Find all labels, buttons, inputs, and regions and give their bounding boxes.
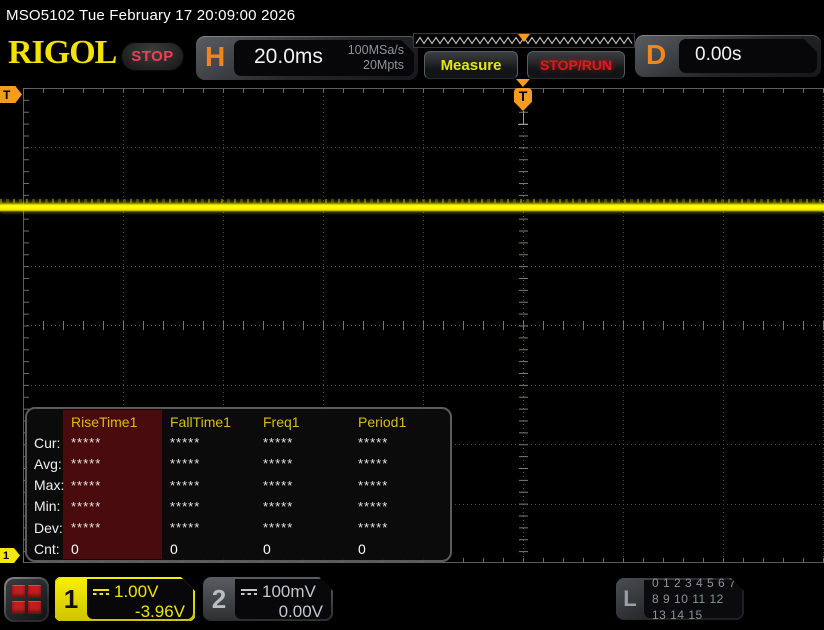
- stop-run-button[interactable]: STOP/RUN: [527, 51, 625, 79]
- bottom-status-bar: 1 1.00V -3.96V 2 100mV 0.00V L 0 1 2 3 4…: [0, 563, 824, 630]
- channel2-settings: 100mV 0.00V: [235, 579, 331, 619]
- measurement-value: *****: [170, 435, 201, 451]
- channel1-settings: 1.00V -3.96V: [87, 579, 193, 619]
- logic-channels-row1: 0 1 2 3 4 5 6 7: [652, 575, 737, 590]
- memory-depth: 20Mpts: [363, 58, 404, 72]
- grid-square: [12, 601, 25, 614]
- model-and-datetime: MSO5102 Tue February 17 20:09:00 2026: [6, 7, 296, 24]
- rigol-logo: RIGOL: [8, 34, 117, 71]
- measurement-value: *****: [263, 498, 294, 514]
- measurement-value: *****: [71, 477, 102, 493]
- measurement-count: 0: [170, 540, 178, 557]
- measurement-column-header[interactable]: FallTime1: [164, 410, 257, 434]
- timebase-value: 20.0ms: [254, 45, 323, 68]
- logic-channels-row2: 8 9 10 11 12 13 14 15: [652, 591, 724, 623]
- measurement-column-header[interactable]: RiseTime1: [65, 410, 164, 434]
- measurement-table[interactable]: RiseTime1 FallTime1 Freq1 Period1 Cur: *…: [25, 407, 452, 562]
- measurement-value: *****: [170, 520, 201, 536]
- run-state-badge[interactable]: STOP: [121, 42, 184, 71]
- measurement-value: *****: [358, 456, 389, 472]
- row-label: Cnt:: [34, 540, 60, 557]
- measurement-value: *****: [263, 477, 294, 493]
- waveform-display-area: T 1 T RiseTime1 FallTime1 Freq1 Period1 …: [0, 79, 824, 563]
- grid-square: [12, 585, 25, 598]
- row-label: Cur:: [34, 434, 61, 451]
- trigger-delay-block[interactable]: D 0.00s: [635, 35, 821, 77]
- row-label: Dev:: [34, 519, 63, 536]
- title-bar: MSO5102 Tue February 17 20:09:00 2026: [0, 0, 824, 32]
- trace-noise: [0, 199, 824, 203]
- measurement-value: *****: [170, 477, 201, 493]
- logic-analyzer-block[interactable]: L 0 1 2 3 4 5 6 7 8 9 10 11 12 13 14 15: [616, 578, 744, 620]
- channel1-status-block[interactable]: 1 1.00V -3.96V: [55, 577, 195, 621]
- menu-grid-button[interactable]: [4, 577, 49, 622]
- channel2-scale: 100mV: [262, 582, 316, 601]
- dc-coupling-icon: [241, 589, 257, 595]
- row-label: Max:: [34, 477, 65, 494]
- measurement-value: *****: [358, 520, 389, 536]
- measurement-value: *****: [263, 435, 294, 451]
- channel2-status-block[interactable]: 2 100mV 0.00V: [203, 577, 333, 621]
- measurement-count: 0: [358, 540, 366, 557]
- corner-cell: [29, 410, 65, 434]
- measurement-value: *****: [358, 435, 389, 451]
- channel2-offset: 0.00V: [278, 602, 323, 621]
- measurement-column-header[interactable]: Period1: [352, 410, 450, 434]
- horizontal-timebase-block[interactable]: H 20.0ms 100MSa/s 20Mpts: [196, 36, 418, 80]
- menu-grid-icon: [6, 579, 47, 620]
- acquisition-rates: 100MSa/s 20Mpts: [348, 43, 404, 73]
- measurement-value: *****: [71, 435, 102, 451]
- channel1-number: 1: [63, 583, 79, 614]
- overview-trigger-marker-icon[interactable]: [518, 34, 530, 42]
- h-label: H: [205, 41, 226, 72]
- measurement-column-header[interactable]: Freq1: [257, 410, 352, 434]
- measurement-grid: RiseTime1 FallTime1 Freq1 Period1 Cur: *…: [29, 411, 450, 559]
- measurement-value: *****: [170, 456, 201, 472]
- measurement-count: 0: [71, 540, 79, 557]
- oscilloscope-screen: MSO5102 Tue February 17 20:09:00 2026 RI…: [0, 0, 824, 630]
- grid-square: [28, 585, 41, 598]
- logic-channel-list: 0 1 2 3 4 5 6 7 8 9 10 11 12 13 14 15: [644, 580, 742, 618]
- measure-button[interactable]: Measure: [424, 51, 518, 79]
- measurement-value: *****: [358, 477, 389, 493]
- header-bar: RIGOL STOP H 20.0ms 100MSa/s 20Mpts Meas…: [0, 32, 824, 86]
- sample-rate: 100MSa/s: [347, 43, 404, 57]
- channel2-number: 2: [211, 583, 227, 614]
- measurement-value: *****: [71, 456, 102, 472]
- d-label: D: [646, 39, 667, 70]
- measurement-count: 0: [263, 540, 271, 557]
- row-label: Min:: [34, 498, 61, 515]
- channel1-offset: -3.96V: [134, 602, 185, 621]
- trigger-position-stem-dash: [518, 124, 528, 125]
- measurement-value: *****: [170, 498, 201, 514]
- measurement-value: *****: [71, 520, 102, 536]
- measurement-value: *****: [263, 520, 294, 536]
- trigger-position-stem: [522, 111, 524, 124]
- delay-value: 0.00s: [695, 44, 742, 65]
- logic-analyzer-label: L: [623, 586, 637, 611]
- grid-square: [28, 601, 41, 614]
- timebase-inset: 20.0ms 100MSa/s 20Mpts: [234, 40, 414, 76]
- dc-coupling-icon: [93, 589, 109, 595]
- channel1-scale: 1.00V: [114, 582, 159, 601]
- row-label: Avg:: [34, 455, 62, 472]
- waveform-overview-strip[interactable]: [413, 33, 635, 48]
- delay-inset: 0.00s: [679, 39, 817, 73]
- channel1-trace: [0, 199, 824, 212]
- measurement-value: *****: [263, 456, 294, 472]
- trigger-position-triangle-icon: [516, 79, 530, 87]
- measurement-value: *****: [358, 498, 389, 514]
- measurement-value: *****: [71, 498, 102, 514]
